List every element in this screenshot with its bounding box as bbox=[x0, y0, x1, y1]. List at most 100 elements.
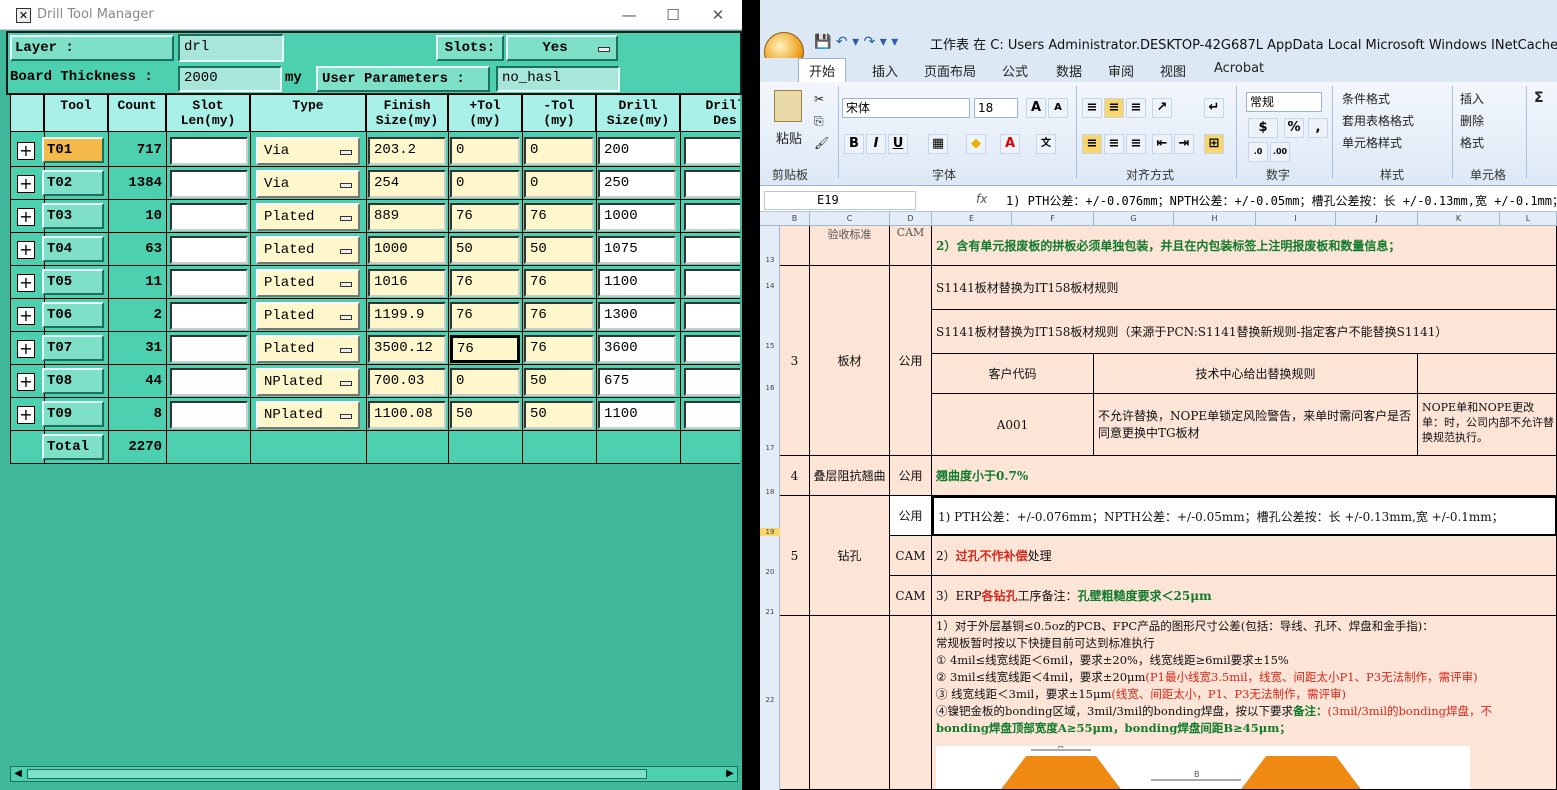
expand-plus-icon[interactable]: + bbox=[17, 208, 35, 226]
expand-plus-icon[interactable]: + bbox=[17, 142, 35, 160]
wrap-text-icon[interactable]: ↵ bbox=[1204, 98, 1224, 118]
align-center-icon[interactable]: ≡ bbox=[1104, 134, 1124, 154]
bold-button[interactable]: B bbox=[844, 134, 864, 154]
drill-des-input[interactable] bbox=[684, 335, 740, 363]
column-header-I[interactable]: I bbox=[1256, 212, 1336, 226]
type-select[interactable]: Plated bbox=[256, 203, 360, 231]
format-painter-icon[interactable]: 🖌 bbox=[814, 136, 829, 150]
align-right-icon[interactable]: ≡ bbox=[1126, 134, 1146, 154]
expand-plus-icon[interactable]: + bbox=[17, 373, 35, 391]
type-select[interactable]: Via bbox=[256, 137, 360, 165]
paste-icon[interactable] bbox=[774, 90, 802, 122]
cell-e13[interactable]: 2）含有单元报废板的拼板必须单独包装，并且在内包装标签上注明报废板和数量信息； bbox=[932, 226, 1557, 266]
user-parameters-field[interactable]: no_hasl bbox=[496, 66, 620, 92]
plus-tol-input[interactable]: 50 bbox=[450, 236, 520, 264]
cell-e16[interactable]: 客户代码 bbox=[932, 354, 1094, 394]
scroll-left-icon[interactable]: ◀ bbox=[11, 767, 25, 781]
finish-size-input[interactable]: 1016 bbox=[368, 269, 446, 297]
finish-size-input[interactable]: 1000 bbox=[368, 236, 446, 264]
column-header-B[interactable]: B bbox=[780, 212, 810, 226]
plus-tol-input[interactable]: 50 bbox=[450, 401, 520, 429]
drill-size-input[interactable]: 1100 bbox=[598, 401, 676, 429]
drill-des-input[interactable] bbox=[684, 269, 740, 297]
slot-length-input[interactable] bbox=[170, 302, 248, 330]
table-format-button[interactable]: 套用表格格式 bbox=[1342, 112, 1414, 129]
minus-tol-input[interactable]: 76 bbox=[524, 335, 594, 363]
accounting-format-icon[interactable]: $ bbox=[1248, 118, 1278, 138]
cell-style-button[interactable]: 单元格样式 bbox=[1342, 134, 1402, 151]
quick-access-toolbar[interactable]: 💾 ↶ ▾ ↷ ▾ ▾ bbox=[814, 34, 898, 50]
font-size-select[interactable]: 18 bbox=[974, 98, 1018, 118]
cell-d20[interactable]: CAM bbox=[890, 536, 932, 576]
cell-c19-name[interactable]: 钻孔 bbox=[810, 496, 890, 616]
cell-e17[interactable]: A001 bbox=[932, 394, 1094, 456]
drill-size-input[interactable]: 1300 bbox=[598, 302, 676, 330]
cell-b18-no[interactable]: 4 bbox=[780, 456, 810, 496]
drill-des-input[interactable] bbox=[684, 137, 740, 165]
minimize-button[interactable]: — bbox=[614, 4, 644, 26]
align-bottom-icon[interactable]: ≡ bbox=[1126, 98, 1146, 118]
tool-button[interactable]: T07 bbox=[42, 335, 104, 361]
column-header-E[interactable]: E bbox=[932, 212, 1012, 226]
drill-des-input[interactable] bbox=[684, 368, 740, 396]
column-header-G[interactable]: G bbox=[1094, 212, 1174, 226]
row-header-19[interactable]: 19 bbox=[760, 528, 780, 536]
cell-d19[interactable]: 公用 bbox=[890, 496, 932, 536]
type-select[interactable]: NPlated bbox=[256, 401, 360, 429]
plus-tol-input[interactable]: 76 bbox=[450, 203, 520, 231]
drill-size-input[interactable]: 1100 bbox=[598, 269, 676, 297]
drill-size-input[interactable]: 1000 bbox=[598, 203, 676, 231]
ribbon-tab-3[interactable]: 公式 bbox=[1002, 61, 1028, 80]
row-header-14[interactable]: 14 bbox=[760, 282, 780, 290]
grow-font-icon[interactable]: A bbox=[1026, 98, 1046, 118]
plus-tol-input[interactable]: 76 bbox=[450, 302, 520, 330]
minus-tol-input[interactable]: 50 bbox=[524, 368, 594, 396]
row-header-21[interactable]: 21 bbox=[760, 608, 780, 616]
column-header-K[interactable]: K bbox=[1418, 212, 1500, 226]
finish-size-input[interactable]: 1100.08 bbox=[368, 401, 446, 429]
cell-d14[interactable]: 公用 bbox=[890, 266, 932, 456]
cell-e14[interactable]: S1141板材替换为IT158板材规则 bbox=[932, 266, 1557, 310]
slot-length-input[interactable] bbox=[170, 236, 248, 264]
cell-e22[interactable]: 1）对于外层基铜≤0.5oz的PCB、FPC产品的图形尺寸公差(包括：导线、孔环… bbox=[932, 616, 1557, 790]
drill-des-input[interactable] bbox=[684, 170, 740, 198]
minus-tol-input[interactable]: 76 bbox=[524, 203, 594, 231]
cell-l17[interactable]: NOPE单和NOPE更改单：时，公司内部不允许替换规范执行。 bbox=[1418, 394, 1557, 456]
row-header-20[interactable]: 20 bbox=[760, 568, 780, 576]
minus-tol-input[interactable]: 76 bbox=[524, 302, 594, 330]
font-name-select[interactable]: 宋体 bbox=[842, 98, 970, 118]
font-color-icon[interactable]: A bbox=[1000, 134, 1020, 154]
borders-icon[interactable]: ▦ bbox=[928, 134, 948, 154]
cell-c18-name[interactable]: 叠层阻抗翘曲 bbox=[810, 456, 890, 496]
cell-b19-no[interactable]: 5 bbox=[780, 496, 810, 616]
close-button[interactable]: ✕ bbox=[703, 4, 733, 26]
drill-des-input[interactable] bbox=[684, 401, 740, 429]
minus-tol-input[interactable]: 76 bbox=[524, 269, 594, 297]
slot-length-input[interactable] bbox=[170, 269, 248, 297]
autosum-icon[interactable]: Σ bbox=[1534, 90, 1544, 106]
cell-b14-no[interactable]: 3 bbox=[780, 266, 810, 456]
type-select[interactable]: Plated bbox=[256, 302, 360, 330]
minus-tol-input[interactable]: 50 bbox=[524, 236, 594, 264]
column-header-L[interactable]: L bbox=[1500, 212, 1557, 226]
fill-color-icon[interactable]: ◆ bbox=[966, 134, 986, 154]
column-header-D[interactable]: D bbox=[890, 212, 932, 226]
slot-length-input[interactable] bbox=[170, 137, 248, 165]
cell-e19-selected[interactable]: 1) PTH公差：+/-0.076mm；NPTH公差：+/-0.05mm；槽孔公… bbox=[932, 496, 1557, 536]
plus-tol-input[interactable]: 76 bbox=[450, 335, 520, 363]
drill-des-input[interactable] bbox=[684, 236, 740, 264]
drill-size-input[interactable]: 200 bbox=[598, 137, 676, 165]
slot-length-input[interactable] bbox=[170, 401, 248, 429]
name-box[interactable]: E19 bbox=[764, 191, 916, 210]
column-header-H[interactable]: H bbox=[1174, 212, 1256, 226]
insert-cells-button[interactable]: 插入 bbox=[1460, 90, 1484, 107]
maximize-button[interactable]: ☐ bbox=[658, 4, 688, 26]
type-select[interactable]: NPlated bbox=[256, 368, 360, 396]
expand-plus-icon[interactable]: + bbox=[17, 274, 35, 292]
slots-toggle[interactable]: Yes bbox=[506, 35, 618, 61]
tool-button[interactable]: T08 bbox=[42, 368, 104, 394]
row-header-17[interactable]: 17 bbox=[760, 444, 780, 452]
expand-plus-icon[interactable]: + bbox=[17, 406, 35, 424]
cell-d21[interactable]: CAM bbox=[890, 576, 932, 616]
ribbon-tab-1[interactable]: 插入 bbox=[872, 61, 898, 80]
